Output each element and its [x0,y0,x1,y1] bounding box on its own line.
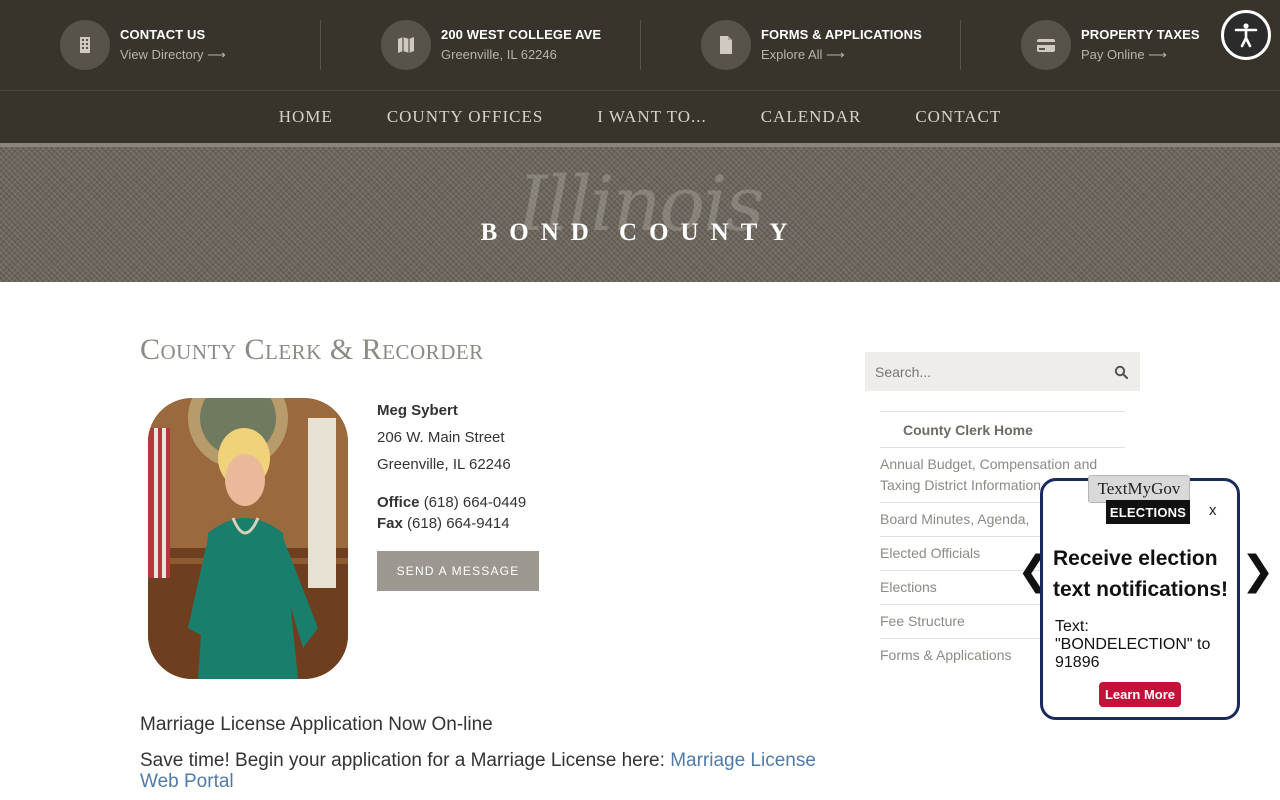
property-taxes-title: PROPERTY TAXES [1081,27,1200,42]
credit-card-icon [1021,20,1071,70]
property-taxes-link[interactable]: PROPERTY TAXES Pay Online ⟶ [1021,20,1200,70]
search-icon[interactable] [1102,365,1140,379]
property-taxes-sub: Pay Online ⟶ [1081,47,1167,62]
nav-contact[interactable]: CONTACT [915,107,1001,127]
marriage-license-description: Save time! Begin your application for a … [140,750,671,771]
popup-instructions: Text: "BONDELECTION" to 91896 [1055,618,1211,671]
marriage-license-text: Save time! Begin your application for a … [140,750,830,792]
forms-sub: Explore All ⟶ [761,47,845,62]
page-title: County Clerk & Recorder [140,333,484,366]
contact-us-title: CONTACT US [120,27,206,42]
nav-county-offices[interactable]: COUNTY OFFICES [387,107,543,127]
sidebar-item-county-clerk-home[interactable]: County Clerk Home [880,411,1125,447]
learn-more-button[interactable]: Learn More [1099,682,1181,707]
contact-info: Meg Sybert 206 W. Main Street Greenville… [377,402,526,536]
elections-badge: ELECTIONS [1106,500,1190,524]
divider [960,20,961,70]
nav-calendar[interactable]: CALENDAR [761,107,862,127]
popup-close-button[interactable]: x [1209,502,1217,519]
city-address: Greenville, IL 62246 [377,456,511,473]
divider [640,20,641,70]
main-nav: HOME COUNTY OFFICES I WANT TO... CALENDA… [0,91,1280,143]
official-name: Meg Sybert [377,402,458,419]
popup-next-arrow[interactable]: ❯ [1241,548,1275,594]
accessibility-button[interactable] [1221,10,1271,60]
contact-us-link[interactable]: CONTACT US View Directory ⟶ [60,20,226,70]
nav-i-want-to[interactable]: I WANT TO... [597,107,706,127]
search-input[interactable]: Search... [875,364,1102,380]
county-banner: Illinois BOND COUNTY [0,147,1280,282]
popup-heading: Receive election text notifications! [1053,547,1229,601]
utility-bar: CONTACT US View Directory ⟶ 200 WEST COL… [0,0,1280,91]
office-label: Office [377,494,420,511]
nav-home[interactable]: HOME [279,107,333,127]
official-photo [148,398,348,679]
forms-title: FORMS & APPLICATIONS [761,27,922,42]
marriage-license-heading: Marriage License Application Now On-line [140,714,493,735]
contact-us-sub: View Directory ⟶ [120,47,226,62]
textmygov-logo: TextMyGov [1088,475,1190,503]
document-icon [701,20,751,70]
street-address: 206 W. Main Street [377,429,505,446]
forms-link[interactable]: FORMS & APPLICATIONS Explore All ⟶ [701,20,922,70]
accessibility-icon [1234,23,1258,48]
building-icon [60,20,110,70]
address-sub: Greenville, IL 62246 [441,47,557,62]
map-icon [381,20,431,70]
banner-county-logo[interactable]: BOND COUNTY [380,219,900,247]
address-title: 200 WEST COLLEGE AVE [441,27,602,42]
search-box[interactable]: Search... [865,352,1140,391]
fax-number: (618) 664-9414 [407,515,510,532]
address-link[interactable]: 200 WEST COLLEGE AVE Greenville, IL 6224… [381,20,601,70]
send-message-button[interactable]: SEND A MESSAGE [377,551,539,591]
office-phone[interactable]: (618) 664-0449 [424,494,527,511]
fax-label: Fax [377,515,403,532]
divider [320,20,321,70]
